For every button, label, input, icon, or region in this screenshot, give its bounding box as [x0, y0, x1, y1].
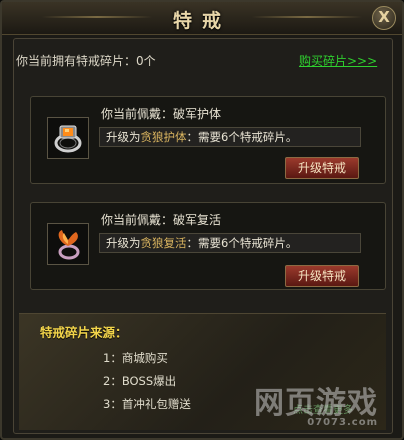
buy-fragments-link[interactable]: 购买碎片>>>	[299, 52, 377, 69]
upgrade-description: 升级为贪狼复活：需要6个特戒碎片。	[99, 233, 361, 253]
watermark-text: 网页游戏	[254, 386, 378, 421]
phoenix-ring-icon	[47, 223, 89, 265]
ring-card-1: 你当前佩戴：破军护体 升级为贪狼护体：需要6个特戒碎片。 升级特戒	[30, 96, 386, 184]
upgrade-target: 贪狼复活	[140, 236, 187, 250]
fragment-count-text: 你当前拥有特戒碎片：0个	[16, 54, 156, 68]
upgrade-prefix: 升级为	[106, 236, 141, 250]
upgrade-description: 升级为贪狼护体：需要6个特戒碎片。	[99, 127, 361, 147]
upgrade-ring-button[interactable]: 升级特戒	[285, 157, 359, 179]
sources-title: 特戒碎片来源：	[40, 325, 128, 340]
close-button[interactable]: X	[372, 6, 396, 30]
title-bar: 特戒 X	[2, 2, 402, 35]
upgrade-ring-button[interactable]: 升级特戒	[285, 265, 359, 287]
current-ring-label: 你当前佩戴：破军复活	[101, 213, 222, 227]
upgrade-target: 贪狼护体	[140, 130, 187, 144]
special-ring-window: 特戒 X 你当前拥有特戒碎片：0个 购买碎片>>> 你当前佩戴：破军护体 升级为…	[0, 0, 404, 440]
watermark: 网页游戏 07073.com	[254, 378, 378, 428]
fragment-sources-panel: 特戒碎片来源： 1：商城购买 2：BOSS爆出 3：首冲礼包赠送 点击查看更多 …	[19, 313, 386, 430]
window-title: 特戒	[172, 10, 231, 32]
silver-ring-orange-gem-icon	[47, 117, 89, 159]
upgrade-requirement: ：需要6个特戒碎片。	[186, 130, 298, 144]
ring-card-2: 你当前佩戴：破军复活 升级为贪狼复活：需要6个特戒碎片。 升级特戒	[30, 202, 386, 290]
current-ring-label: 你当前佩戴：破军护体	[101, 107, 222, 121]
watermark-url: 07073.com	[307, 417, 378, 428]
source-item: 2：BOSS爆出	[103, 374, 177, 388]
upgrade-prefix: 升级为	[106, 130, 141, 144]
source-item: 3：首冲礼包赠送	[103, 397, 191, 411]
upgrade-requirement: ：需要6个特戒碎片。	[186, 236, 298, 250]
source-item: 1：商城购买	[103, 351, 168, 365]
